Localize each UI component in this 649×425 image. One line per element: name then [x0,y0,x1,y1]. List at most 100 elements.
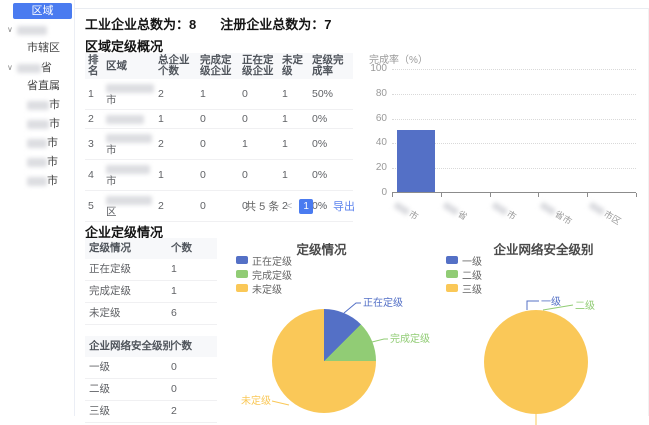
table-row: 3市20110% [85,129,353,160]
table-cell: 0 [167,357,217,379]
legend-item-一级[interactable]: 一级 [446,253,482,267]
pie1-label-completed: 完成定级 [390,332,430,345]
region-name-cell: 市 [103,79,155,110]
table-cell: 0 [239,160,279,191]
y-axis-tick-label: 60 [359,113,387,124]
industrial-total-stat: 工业企业总数为：8 [85,14,196,33]
table-cell: 4 [85,160,103,191]
region-sidebar: 区域 ∨市辖区∨省省直属市市市市市 [0,0,75,416]
column-header: 个数 [167,238,217,259]
table-cell: 2 [155,129,197,160]
sidebar-item-省直属[interactable]: 省直属 [0,77,75,96]
legend-item-二级[interactable]: 二级 [446,267,482,281]
table-cell: 0% [309,160,353,191]
table-cell: 一级 [85,357,167,379]
region-tab-button[interactable]: 区域 [13,3,72,19]
region-suffix: 市 [106,94,152,106]
legend-swatch [446,270,458,278]
rating-status-pie-chart: 定级情况 正在定级完成定级未定级 正在定级 完成定级 未定级 [234,231,439,417]
legend-item-完成定级[interactable]: 完成定级 [236,267,292,281]
dashboard-page: 区域 ∨市辖区∨省省直属市市市市市 工业企业总数为：8 注册企业总数为：7 区域… [0,0,649,416]
legend-swatch [446,256,458,264]
x-axis-tick [587,193,588,197]
table-row: 一级0 [85,357,217,379]
redacted-text [588,201,605,215]
sidebar-item-redacted[interactable]: 市 [0,172,75,191]
next-page-icon[interactable]: > [320,201,326,212]
table-cell: 50% [309,79,353,110]
pie1-label-unrated: 未定级 [241,394,271,407]
sidebar-item-label: 市 [49,99,60,111]
table-cell: 0 [239,79,279,110]
region-name-cell: 市 [103,129,155,160]
sidebar-item-redacted[interactable]: 市 [0,153,75,172]
redacted-text [491,201,508,215]
prev-page-icon[interactable]: < [286,201,292,212]
y-axis-tick-label: 20 [359,162,387,173]
redacted-text [17,64,41,73]
column-header: 定级完成率 [309,53,353,79]
legend-swatch [236,284,248,292]
legend-item-正在定级[interactable]: 正在定级 [236,253,292,267]
summary-stats: 工业企业总数为：8 注册企业总数为：7 [85,14,332,33]
registered-total-stat: 注册企业总数为：7 [220,14,331,33]
table-cell: 1 [155,110,197,129]
region-suffix: 区 [106,206,152,218]
sidebar-item-redacted[interactable]: ∨省 [0,58,75,77]
bar-1 [397,130,435,192]
region-suffix: 市 [106,175,152,187]
table-row: 正在定级1 [85,259,217,281]
sidebar-item-redacted[interactable]: 市 [0,96,75,115]
table-cell: 三级 [85,401,167,423]
legend-item-三级[interactable]: 三级 [446,281,482,295]
legend-item-未定级[interactable]: 未定级 [236,281,292,295]
table-header-row: 企业网络安全级别个数 [85,336,217,357]
redacted-text [27,177,47,186]
table-header-row: 定级情况个数 [85,238,217,259]
column-header: 总企业个数 [155,53,197,79]
caret-down-icon[interactable]: ∨ [7,63,13,72]
redacted-text [442,201,459,215]
x-axis-category-label: 市 [392,198,421,223]
x-axis-category-label: 省市 [539,198,576,228]
table-cell: 2 [85,110,103,129]
x-axis-tick [441,193,442,197]
table-cell: 2 [155,79,197,110]
table-cell: 2 [155,191,197,222]
redacted-text [393,201,410,215]
redacted-text [17,26,47,35]
legend-swatch [446,284,458,292]
page-number-button[interactable]: 1 [299,199,313,214]
sidebar-item-label: 市 [47,156,58,168]
bar-chart-plot-area: 市省市省市市区 [392,69,636,193]
caret-down-icon[interactable]: ∨ [7,25,13,34]
pie2-label-level2: 二级 [575,300,595,312]
redacted-text [106,196,152,205]
x-axis-tick [538,193,539,197]
pagination: 共 5 条 < 1 > 导出 [205,198,355,214]
main-panel: 工业企业总数为：8 注册企业总数为：7 区域定级概况 排名区域总企业个数完成定级… [75,8,649,416]
gridline [392,119,636,120]
table-header-row: 排名区域总企业个数完成定级企业正在定级企业未定级定级完成率 [85,53,353,79]
pie1-circle [272,309,376,413]
export-link[interactable]: 导出 [333,198,355,214]
sidebar-item-redacted[interactable]: 市 [0,134,75,153]
table-cell: 1 [85,79,103,110]
table-cell: 0 [239,110,279,129]
region-rating-table: 排名区域总企业个数完成定级企业正在定级企业未定级定级完成率1市210150%21… [85,53,353,222]
sidebar-item-label: 省直属 [27,80,60,92]
sidebar-item-label: 市 [47,137,58,149]
table-cell: 0 [167,379,217,401]
sidebar-item-redacted[interactable]: 市 [0,115,75,134]
sidebar-item-redacted[interactable]: ∨ [0,20,75,39]
column-header: 区域 [103,53,155,79]
pie1-legend: 正在定级完成定级未定级 [236,253,292,295]
sidebar-item-label: 市 [49,118,60,130]
table-cell: 完成定级 [85,281,167,303]
y-axis-tick-label: 100 [359,63,387,74]
pie1-label-in-progress: 正在定级 [363,296,403,309]
total-count-text: 共 5 条 [245,198,279,214]
sidebar-item-市辖区[interactable]: 市辖区 [0,39,75,58]
region-name-cell: 市 [103,160,155,191]
redacted-text [27,101,49,110]
